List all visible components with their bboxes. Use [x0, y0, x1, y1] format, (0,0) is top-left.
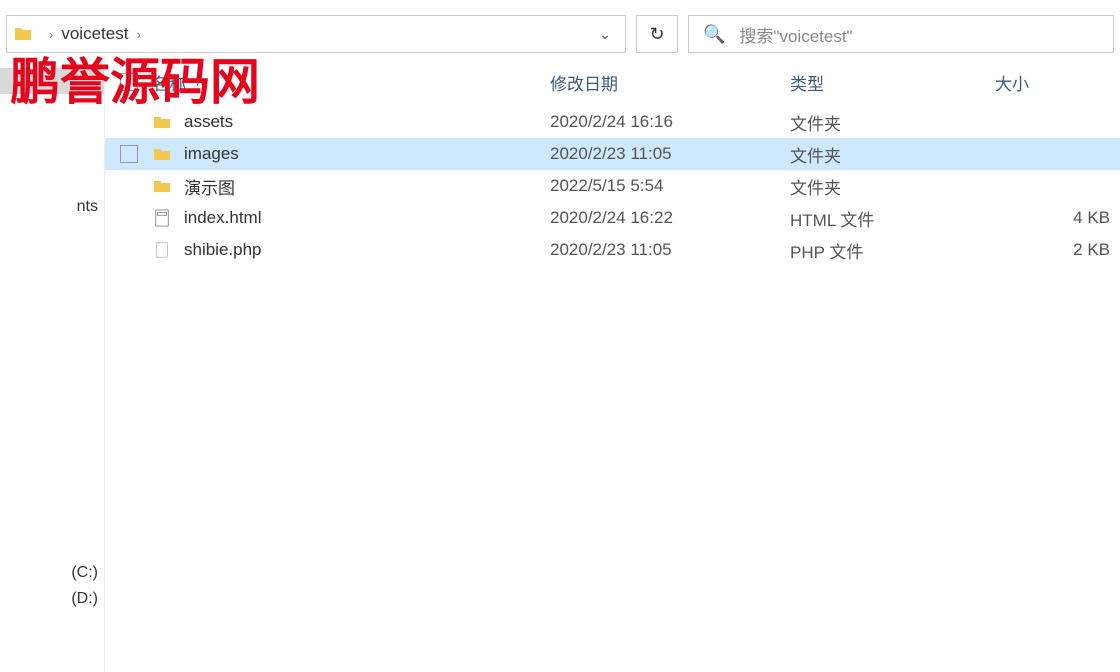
search-icon: 🔍 [703, 24, 725, 45]
header-name[interactable]: 名称 ˄ [152, 70, 550, 95]
file-type: 文件夹 [790, 174, 995, 199]
chevron-right-icon: › [49, 27, 53, 42]
nav-bar: › voicetest › ⌄ ↻ 🔍 搜索"voicetest" [0, 10, 1120, 58]
breadcrumb-folder[interactable]: voicetest [61, 24, 128, 44]
file-type: HTML 文件 [790, 206, 995, 231]
file-list: 名称 ˄ 修改日期 类型 大小 assets2020/2/24 16:16文件夹… [105, 58, 1120, 672]
folder-icon [152, 144, 172, 164]
chevron-right-icon: › [136, 27, 140, 42]
file-date: 2020/2/24 16:16 [550, 112, 790, 132]
file-row[interactable]: index.html 2020/2/24 16:22HTML 文件4 KB [105, 202, 1120, 234]
sidebar: nts (C:) (D:) [0, 58, 105, 672]
sidebar-item-drive-d[interactable]: (D:) [0, 586, 104, 612]
header-date[interactable]: 修改日期 [550, 70, 790, 95]
file-name: shibie.php [184, 240, 262, 260]
header-size[interactable]: 大小 [995, 70, 1120, 95]
chevron-down-icon[interactable]: ⌄ [599, 26, 611, 43]
file-name-cell: assets [152, 112, 550, 132]
file-row[interactable]: 演示图 2022/5/15 5:54文件夹 [105, 170, 1120, 202]
file-type: PHP 文件 [790, 238, 995, 263]
folder-icon [13, 24, 33, 44]
file-date: 2020/2/23 11:05 [550, 240, 790, 260]
folder-icon [152, 176, 172, 196]
sidebar-item-documents[interactable]: nts [0, 194, 104, 220]
folder-icon [152, 112, 172, 132]
file-date: 2020/2/23 11:05 [550, 144, 790, 164]
breadcrumb[interactable]: › voicetest › ⌄ [6, 15, 626, 53]
file-name: images [184, 144, 239, 164]
top-menu [0, 0, 1120, 10]
file-date: 2020/2/24 16:22 [550, 208, 790, 228]
file-name-cell: index.html [152, 208, 550, 228]
file-row[interactable]: assets 2020/2/24 16:16文件夹 [105, 106, 1120, 138]
file-row[interactable]: images 2020/2/23 11:05文件夹 [105, 138, 1120, 170]
file-type: 文件夹 [790, 110, 995, 135]
file-size: 2 KB [995, 240, 1120, 260]
sort-indicator-icon: ˄ [196, 74, 204, 90]
file-name: 演示图 [184, 174, 235, 199]
html-icon [152, 208, 172, 228]
file-name-cell: 演示图 [152, 174, 550, 199]
header-name-label: 名称 [152, 70, 186, 95]
row-checkbox[interactable] [120, 145, 138, 163]
search-input[interactable]: 🔍 搜索"voicetest" [688, 15, 1114, 53]
sidebar-item-drive-c[interactable]: (C:) [0, 560, 104, 586]
select-all-checkbox[interactable] [120, 73, 138, 91]
sidebar-selected-indicator [0, 68, 104, 94]
file-date: 2022/5/15 5:54 [550, 176, 790, 196]
file-size: 4 KB [995, 208, 1120, 228]
file-name-cell: shibie.php [152, 240, 550, 260]
refresh-icon: ↻ [649, 24, 664, 45]
search-placeholder: 搜索"voicetest" [739, 22, 852, 47]
column-headers: 名称 ˄ 修改日期 类型 大小 [105, 58, 1120, 106]
file-name-cell: images [152, 144, 550, 164]
php-icon [152, 240, 172, 260]
file-type: 文件夹 [790, 142, 995, 167]
refresh-button[interactable]: ↻ [636, 15, 678, 53]
file-name: assets [184, 112, 233, 132]
header-type[interactable]: 类型 [790, 70, 995, 95]
file-row[interactable]: shibie.php 2020/2/23 11:05PHP 文件2 KB [105, 234, 1120, 266]
file-name: index.html [184, 208, 261, 228]
